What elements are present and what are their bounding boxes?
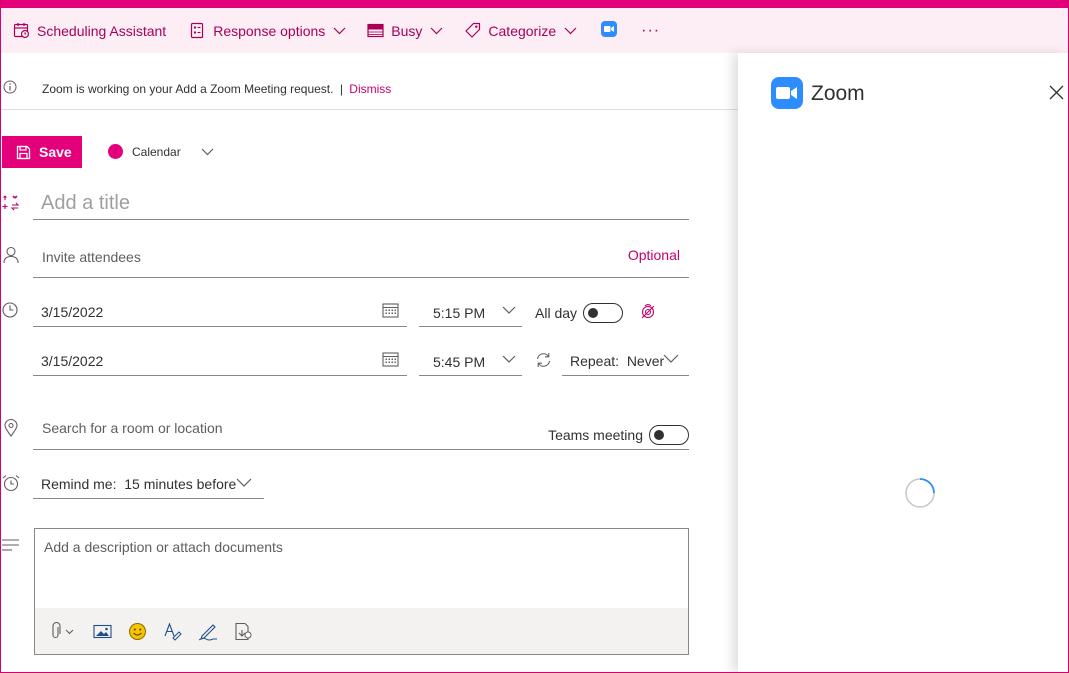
calendar-selector[interactable]: Calendar xyxy=(108,144,214,159)
scheduling-assistant-label: Scheduling Assistant xyxy=(37,22,167,39)
reminder-dropdown[interactable]: Remind me: 15 minutes before xyxy=(33,469,264,499)
calendar-icon[interactable] xyxy=(382,351,399,367)
clock-icon xyxy=(2,302,18,318)
response-options-button[interactable]: Response options xyxy=(188,8,346,53)
all-day-label: All day xyxy=(535,305,578,321)
repeat-value: Repeat: Never xyxy=(570,353,665,369)
zoom-addin-pane: Zoom xyxy=(738,53,1069,673)
toggle-knob xyxy=(588,308,599,318)
optional-attendees-link[interactable]: Optional xyxy=(628,247,680,263)
repeat-icon xyxy=(535,352,552,368)
start-date-field[interactable]: 3/15/2022 xyxy=(33,296,407,327)
title-placeholder: Add a title xyxy=(41,192,130,214)
end-time-dropdown[interactable]: 5:45 PM xyxy=(419,345,522,376)
dismiss-link[interactable]: Dismiss xyxy=(349,82,391,96)
reminder-value: Remind me: 15 minutes before xyxy=(41,476,237,492)
location-placeholder: Search for a room or location xyxy=(42,420,223,436)
description-toolbar xyxy=(35,608,688,654)
categorize-button[interactable]: Categorize xyxy=(463,8,577,53)
end-date-field[interactable]: 3/15/2022 xyxy=(33,345,407,376)
attach-icon[interactable] xyxy=(51,622,77,640)
response-options-label: Response options xyxy=(213,22,326,39)
calendar-clock-icon xyxy=(12,22,30,40)
zoom-pane-title: Zoom xyxy=(811,82,865,105)
tag-icon xyxy=(463,22,481,40)
busy-status-label: Busy xyxy=(391,22,423,39)
toggle-knob xyxy=(654,430,664,440)
title-input[interactable]: Add a title xyxy=(33,189,689,220)
loading-spinner-icon xyxy=(904,477,936,509)
busy-status-icon xyxy=(366,22,384,40)
accent-top-border xyxy=(0,0,1069,8)
person-icon xyxy=(2,246,20,264)
save-label: Save xyxy=(39,144,72,160)
event-form: Zoom is working on your Add a Zoom Meeti… xyxy=(0,53,738,673)
more-options-button[interactable]: ··· xyxy=(641,8,660,53)
info-message: Zoom is working on your Add a Zoom Meeti… xyxy=(42,82,391,96)
chevron-down-icon xyxy=(430,27,443,35)
scheduling-assistant-button[interactable]: Scheduling Assistant xyxy=(12,8,166,53)
description-lines-icon xyxy=(2,539,20,551)
start-time-dropdown[interactable]: 5:15 PM xyxy=(419,296,522,327)
calendar-icon[interactable] xyxy=(382,302,399,318)
teams-meeting-toggle[interactable] xyxy=(649,425,689,445)
end-time-value: 5:45 PM xyxy=(433,354,486,370)
title-icon xyxy=(2,194,20,212)
chevron-down-icon xyxy=(502,355,516,363)
alarm-clock-icon xyxy=(2,474,20,492)
categorize-label: Categorize xyxy=(488,22,557,39)
location-input[interactable]: Search for a room or location Teams meet… xyxy=(33,413,689,450)
chevron-down-icon xyxy=(663,354,679,363)
description-placeholder: Add a description or attach documents xyxy=(44,539,283,555)
zoom-logo-icon xyxy=(771,77,803,109)
info-separator: | xyxy=(339,82,343,96)
event-toolbar: Scheduling Assistant Response options Bu… xyxy=(0,8,1069,53)
chevron-down-icon xyxy=(201,148,214,156)
all-day-toggle[interactable] xyxy=(583,303,624,323)
end-date-value: 3/15/2022 xyxy=(41,353,104,369)
start-date-value: 3/15/2022 xyxy=(41,304,104,320)
calendar-color-dot xyxy=(108,144,123,159)
signature-icon[interactable] xyxy=(198,622,218,641)
format-text-icon[interactable] xyxy=(163,621,182,641)
calendar-label: Calendar xyxy=(132,144,181,159)
all-day-toggle-group: All day xyxy=(535,303,624,323)
zoom-app-icon xyxy=(601,21,618,40)
attendees-placeholder: Invite attendees xyxy=(42,249,141,265)
save-button[interactable]: Save xyxy=(2,136,82,168)
info-message-text: Zoom is working on your Add a Zoom Meeti… xyxy=(42,82,334,96)
location-pin-icon xyxy=(4,419,18,437)
response-icon xyxy=(188,22,206,40)
repeat-dropdown[interactable]: Repeat: Never xyxy=(562,345,689,376)
image-icon[interactable] xyxy=(93,624,112,639)
zoom-addin-button[interactable] xyxy=(601,8,618,53)
attendees-input[interactable]: Invite attendees Optional xyxy=(33,241,689,278)
chevron-down-icon xyxy=(564,27,577,35)
teams-meeting-label: Teams meeting xyxy=(548,427,643,443)
insert-icon[interactable] xyxy=(234,622,252,641)
save-icon xyxy=(16,145,31,160)
description-editor[interactable]: Add a description or attach documents xyxy=(34,528,689,655)
teams-meeting-toggle-group: Teams meeting xyxy=(548,425,689,445)
info-bar: Zoom is working on your Add a Zoom Meeti… xyxy=(0,65,738,110)
close-icon[interactable] xyxy=(1049,85,1064,100)
chevron-down-icon xyxy=(502,306,516,314)
more-options-label: ··· xyxy=(641,21,661,39)
busy-status-button[interactable]: Busy xyxy=(366,8,443,53)
emoji-icon[interactable] xyxy=(128,622,147,641)
chevron-down-icon xyxy=(236,478,252,487)
private-lock-icon[interactable] xyxy=(640,303,656,320)
chevron-down-icon xyxy=(333,27,346,35)
info-icon xyxy=(3,80,17,99)
start-time-value: 5:15 PM xyxy=(433,305,486,321)
